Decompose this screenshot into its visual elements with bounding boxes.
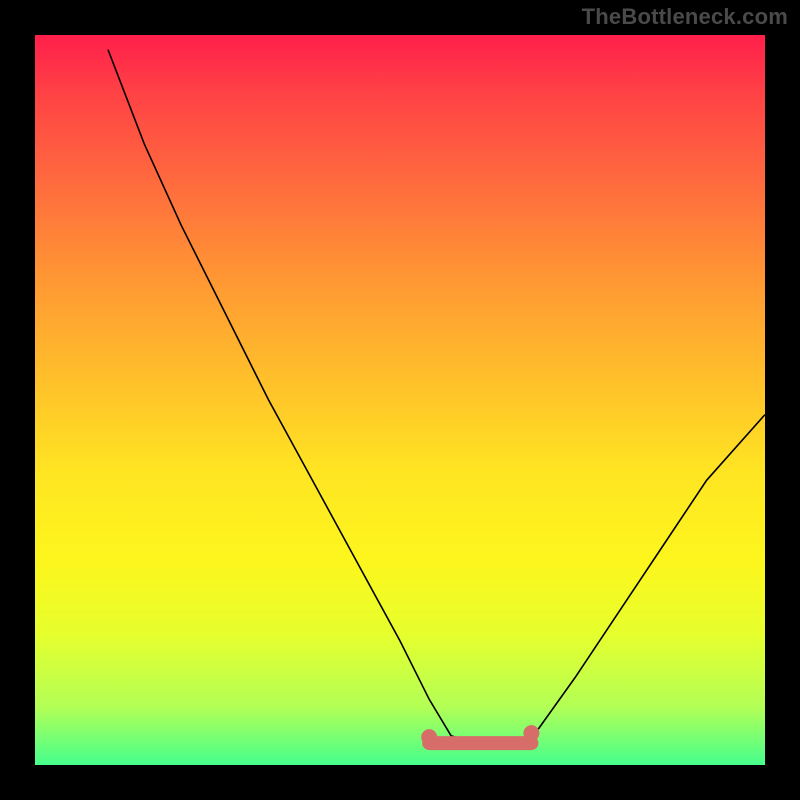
flat-marker-cap-left [421, 729, 437, 745]
flat-marker-cap-right [523, 725, 539, 741]
watermark-text: TheBottleneck.com [582, 4, 788, 30]
flat-region-marker [421, 725, 539, 745]
plot-area [35, 35, 765, 765]
chart-frame: TheBottleneck.com [0, 0, 800, 800]
curve-line [108, 50, 765, 744]
bottleneck-curve [35, 35, 765, 765]
